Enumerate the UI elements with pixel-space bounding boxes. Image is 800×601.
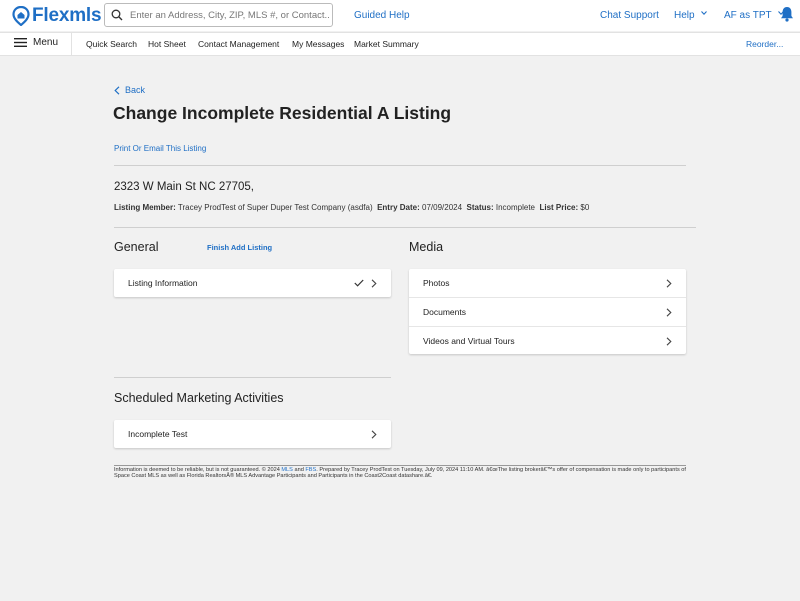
check-icon	[354, 279, 364, 287]
search-icon	[111, 9, 123, 21]
divider	[114, 377, 391, 378]
search-input[interactable]	[130, 9, 330, 21]
row-label: Photos	[423, 278, 450, 288]
page-title: Change Incomplete Residential A Listing	[113, 103, 452, 123]
nav-market-summary[interactable]: Market Summary	[354, 39, 419, 49]
bell-icon[interactable]	[780, 6, 794, 22]
divider	[114, 227, 696, 228]
member-label: Listing Member:	[114, 203, 176, 212]
footer-disclaimer: Information is deemed to be reliable, bu…	[114, 467, 686, 480]
list-item-photos[interactable]: Photos	[409, 269, 686, 297]
logo-text: Flexmls	[32, 5, 102, 26]
nav-my-messages[interactable]: My Messages	[292, 39, 344, 49]
reorder-link[interactable]: Reorder...	[746, 39, 783, 49]
marketing-section-title: Scheduled Marketing Activities	[114, 391, 284, 405]
status-value: Incomplete	[495, 203, 535, 212]
list-price-label: List Price:	[539, 203, 579, 212]
entry-date-label: Entry Date:	[377, 203, 420, 212]
chevron-right-icon	[371, 430, 377, 439]
back-link[interactable]: Back	[114, 85, 145, 95]
nav-hot-sheet[interactable]: Hot Sheet	[148, 39, 186, 49]
row-label: Listing Information	[128, 278, 198, 288]
search-box[interactable]	[104, 3, 333, 27]
entry-date-value: 07/09/2024	[422, 203, 463, 212]
user-label: AF as TPT	[724, 10, 772, 21]
general-section-title: General	[114, 240, 159, 254]
listing-meta: Listing Member: Tracey ProdTest of Super…	[114, 203, 589, 212]
divider	[114, 165, 686, 166]
help-label: Help	[674, 10, 695, 21]
footer-divider	[114, 465, 686, 466]
chevron-right-icon	[666, 308, 672, 317]
location-pin-icon	[12, 6, 30, 26]
chevron-right-icon	[666, 279, 672, 288]
row-label: Incomplete Test	[128, 429, 188, 439]
user-menu[interactable]: AF as TPT	[724, 10, 785, 21]
help-menu[interactable]: Help	[674, 10, 708, 21]
row-label: Documents	[423, 307, 466, 317]
nav-quick-search[interactable]: Quick Search	[86, 39, 137, 49]
list-item-documents[interactable]: Documents	[409, 297, 686, 326]
menu-button[interactable]: Menu	[14, 37, 58, 48]
print-email-link[interactable]: Print Or Email This Listing	[114, 144, 206, 153]
marketing-card: Incomplete Test	[114, 420, 391, 448]
list-price-value: $0	[580, 203, 590, 212]
guided-help-link[interactable]: Guided Help	[354, 10, 410, 21]
menu-label: Menu	[33, 37, 59, 48]
hamburger-icon	[14, 38, 27, 47]
chevron-down-icon	[701, 11, 708, 16]
media-card: Photos Documents Videos and Virtual Tour…	[409, 269, 686, 354]
chevron-right-icon	[371, 279, 377, 288]
flexmls-logo[interactable]: Flexmls	[12, 5, 102, 27]
media-section-title: Media	[409, 240, 444, 254]
finish-add-listing-link[interactable]: Finish Add Listing	[207, 243, 272, 252]
chat-support-link[interactable]: Chat Support	[600, 10, 659, 21]
list-item-videos-virtual-tours[interactable]: Videos and Virtual Tours	[409, 326, 686, 354]
chevron-left-icon	[114, 85, 120, 95]
member-value: Tracey ProdTest of Super Duper Test Comp…	[177, 203, 373, 212]
main-nav-bar: Menu Quick Search Hot Sheet Contact Mana…	[0, 32, 800, 56]
back-label: Back	[125, 85, 146, 95]
list-item-incomplete-test[interactable]: Incomplete Test	[114, 420, 391, 448]
top-header: Flexmls Guided Help Chat Support Help AF…	[0, 0, 800, 31]
row-label: Videos and Virtual Tours	[423, 335, 515, 346]
nav-contact-management[interactable]: Contact Management	[198, 39, 279, 49]
chevron-right-icon	[666, 337, 672, 346]
general-card: Listing Information	[114, 269, 391, 297]
list-item-listing-information[interactable]: Listing Information	[114, 269, 391, 297]
listing-address: 2323 W Main St NC 27705,	[114, 181, 254, 193]
status-label: Status:	[466, 203, 494, 212]
nav-divider	[71, 33, 72, 55]
